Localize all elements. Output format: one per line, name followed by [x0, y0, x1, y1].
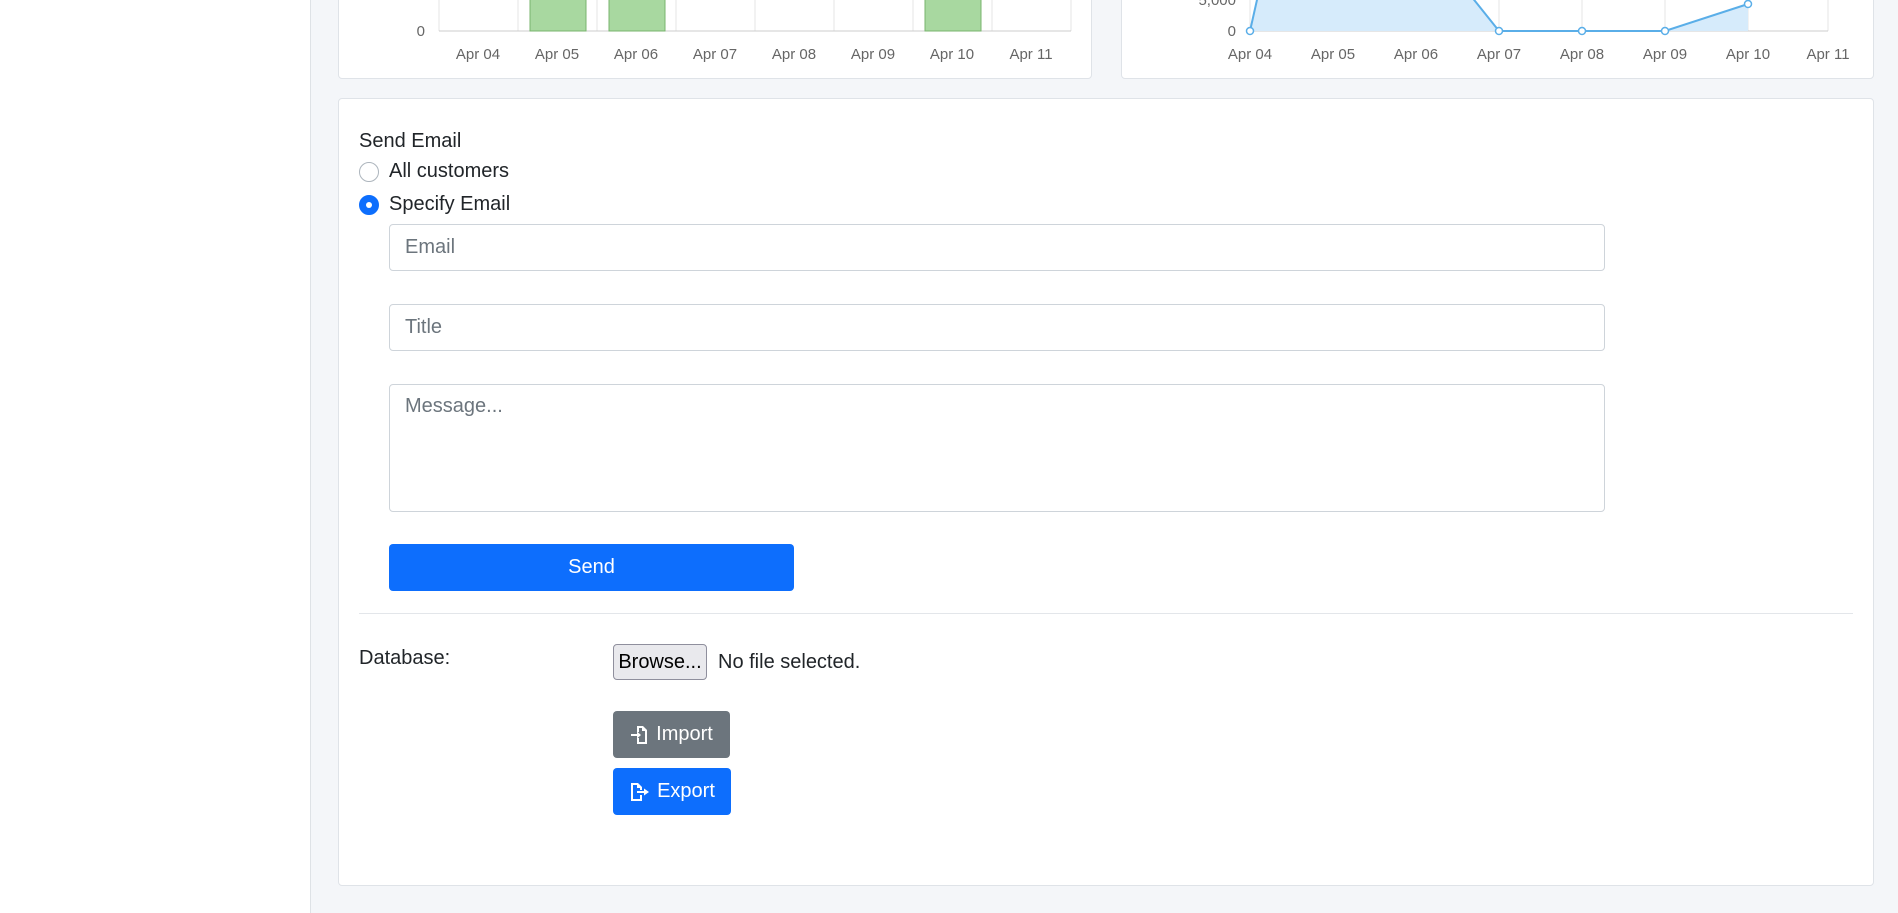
email-field[interactable]: [389, 224, 1605, 271]
browse-button[interactable]: Browse...: [613, 644, 707, 680]
radio-all-customers-input[interactable]: [359, 161, 379, 182]
point: [1494, 26, 1504, 36]
x-tick: Apr 05: [535, 46, 579, 63]
send-email-card: Send Email All customers Specify Email S…: [338, 98, 1874, 886]
y-tick-zero: 0: [1228, 23, 1236, 40]
radio-all-customers-label: All customers: [389, 160, 510, 182]
area-chart-card: 5,000 0 Apr 04 Apr 05 Apr 06 Apr 07 Apr …: [1121, 0, 1874, 79]
x-tick: Apr 04: [1228, 46, 1272, 63]
x-tick: Apr 07: [693, 46, 737, 63]
title-field[interactable]: [389, 304, 1605, 351]
import-button[interactable]: Import: [613, 711, 730, 758]
sidebar: [0, 0, 311, 913]
radio-specify-email-input[interactable]: [359, 194, 379, 215]
y-tick-partial: 5,000: [1198, 0, 1236, 9]
database-label: Database:: [359, 647, 451, 669]
bar-chart: 0 Apr 04 Apr 05 Apr 06 Apr 07 Apr 08 Apr…: [417, 0, 1072, 63]
send-email-form: Send Email All customers Specify Email S…: [359, 99, 1853, 885]
divider: [359, 613, 1853, 614]
file-import-icon: [630, 725, 650, 745]
x-tick: Apr 04: [456, 46, 500, 63]
x-tick: Apr 11: [1806, 46, 1849, 63]
x-tick: Apr 09: [851, 46, 895, 63]
point: [1660, 26, 1670, 36]
bar-apr10: [924, 0, 982, 32]
x-tick: Apr 10: [1726, 46, 1770, 63]
bar-apr06: [608, 0, 666, 32]
x-tick: Apr 06: [1394, 46, 1438, 63]
x-tick: Apr 11: [1009, 46, 1052, 63]
radio-all-customers[interactable]: All customers: [359, 160, 509, 183]
y-tick-zero: 0: [417, 23, 425, 40]
export-label: Export: [657, 780, 715, 802]
bar-apr05: [529, 0, 587, 32]
x-tick: Apr 07: [1477, 46, 1521, 63]
export-button[interactable]: Export: [613, 768, 731, 815]
x-tick: Apr 05: [1311, 46, 1355, 63]
message-field[interactable]: [389, 384, 1605, 512]
point: [1245, 26, 1255, 36]
file-export-icon: [629, 782, 651, 802]
point: [1743, 0, 1753, 9]
radio-specify-email-label: Specify Email: [389, 193, 511, 215]
send-button[interactable]: Send: [389, 544, 794, 591]
section-label: Send Email: [359, 130, 462, 152]
bar-chart-card: 0 Apr 04 Apr 05 Apr 06 Apr 07 Apr 08 Apr…: [338, 0, 1092, 79]
x-tick: Apr 10: [930, 46, 974, 63]
point: [1577, 26, 1587, 36]
area-chart: 5,000 0 Apr 04 Apr 05 Apr 06 Apr 07 Apr …: [1198, 0, 1850, 63]
x-tick: Apr 06: [614, 46, 658, 63]
file-status: No file selected.: [718, 651, 861, 673]
x-tick: Apr 08: [1560, 46, 1604, 63]
radio-specify-email[interactable]: Specify Email: [359, 193, 510, 216]
x-tick: Apr 08: [772, 46, 816, 63]
import-label: Import: [656, 723, 713, 745]
x-tick: Apr 09: [1643, 46, 1687, 63]
